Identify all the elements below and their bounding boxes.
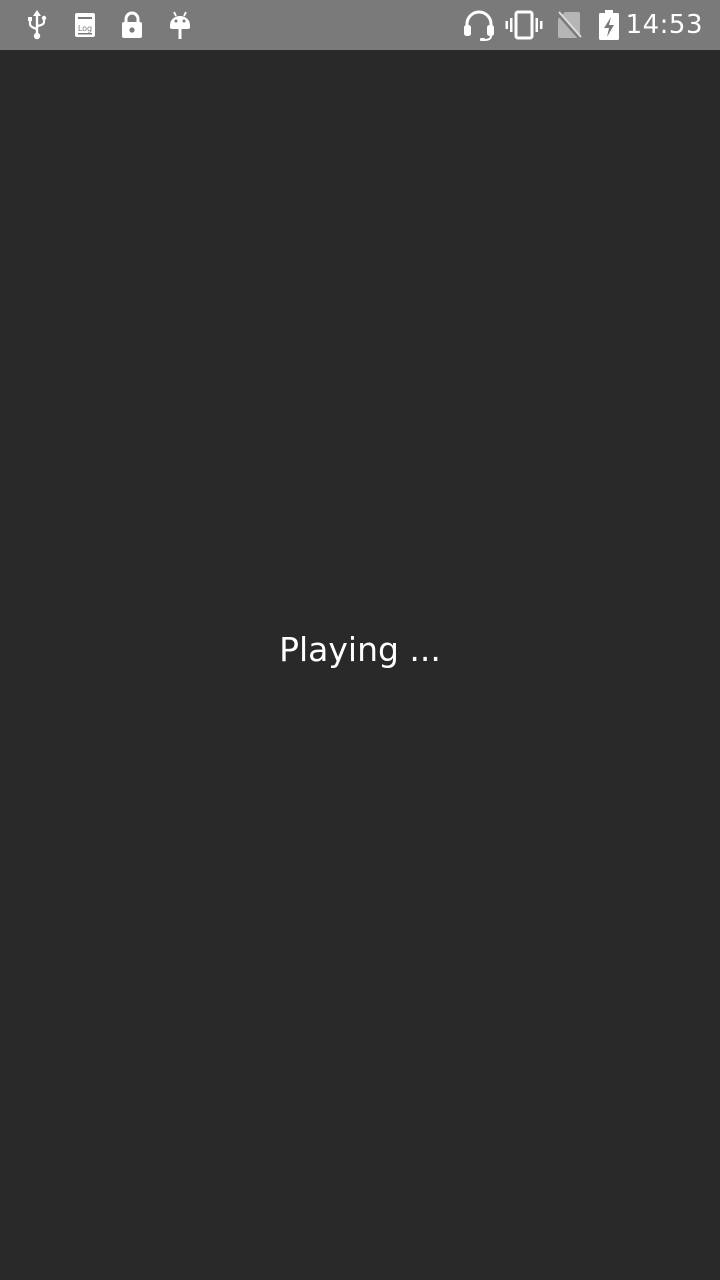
android-debug-icon xyxy=(167,0,193,50)
playback-status-text: Playing ... xyxy=(279,630,441,669)
status-bar: Log 14:53 xyxy=(0,0,720,50)
player-screen: Playing ... xyxy=(0,50,720,1280)
usb-icon xyxy=(24,0,50,50)
battery-charging-icon xyxy=(597,0,621,50)
no-sim-icon xyxy=(555,0,583,50)
svg-text:Log: Log xyxy=(78,24,92,33)
headset-icon xyxy=(461,0,497,50)
vibrate-icon xyxy=(505,0,543,50)
log-icon: Log xyxy=(72,0,98,50)
status-bar-time: 14:53 xyxy=(625,10,703,40)
lock-icon xyxy=(119,0,145,50)
